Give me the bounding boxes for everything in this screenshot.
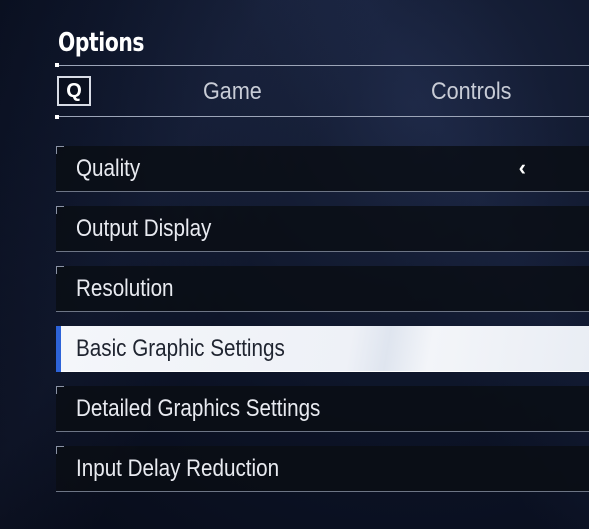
menu-item-detailed-graphics-settings[interactable]: Detailed Graphics Settings <box>56 386 589 432</box>
q-key-hint[interactable]: Q <box>57 76 91 106</box>
menu-item-resolution[interactable]: Resolution <box>56 266 589 312</box>
corner-marker <box>55 115 59 119</box>
menu-item-label: Detailed Graphics Settings <box>76 395 321 422</box>
menu-item-label: Basic Graphic Settings <box>76 335 285 362</box>
page-title: Options <box>58 28 145 58</box>
options-menu: Quality ‹ Output Display Resolution Basi… <box>56 146 589 506</box>
menu-item-label: Input Delay Reduction <box>76 455 280 482</box>
menu-item-label: Output Display <box>76 215 212 242</box>
menu-item-label: Quality <box>76 155 141 182</box>
menu-item-input-delay-reduction[interactable]: Input Delay Reduction <box>56 446 589 492</box>
menu-item-quality[interactable]: Quality ‹ <box>56 146 589 192</box>
chevron-left-icon[interactable]: ‹ <box>519 155 526 181</box>
tab-bar: Q Game Controls <box>55 63 589 119</box>
menu-item-output-display[interactable]: Output Display <box>56 206 589 252</box>
menu-item-basic-graphic-settings[interactable]: Basic Graphic Settings <box>56 326 589 372</box>
corner-marker <box>55 63 59 67</box>
menu-item-label: Resolution <box>76 275 174 302</box>
tab-game[interactable]: Game <box>203 78 262 106</box>
tab-controls[interactable]: Controls <box>431 78 511 106</box>
selection-accent <box>56 326 61 372</box>
